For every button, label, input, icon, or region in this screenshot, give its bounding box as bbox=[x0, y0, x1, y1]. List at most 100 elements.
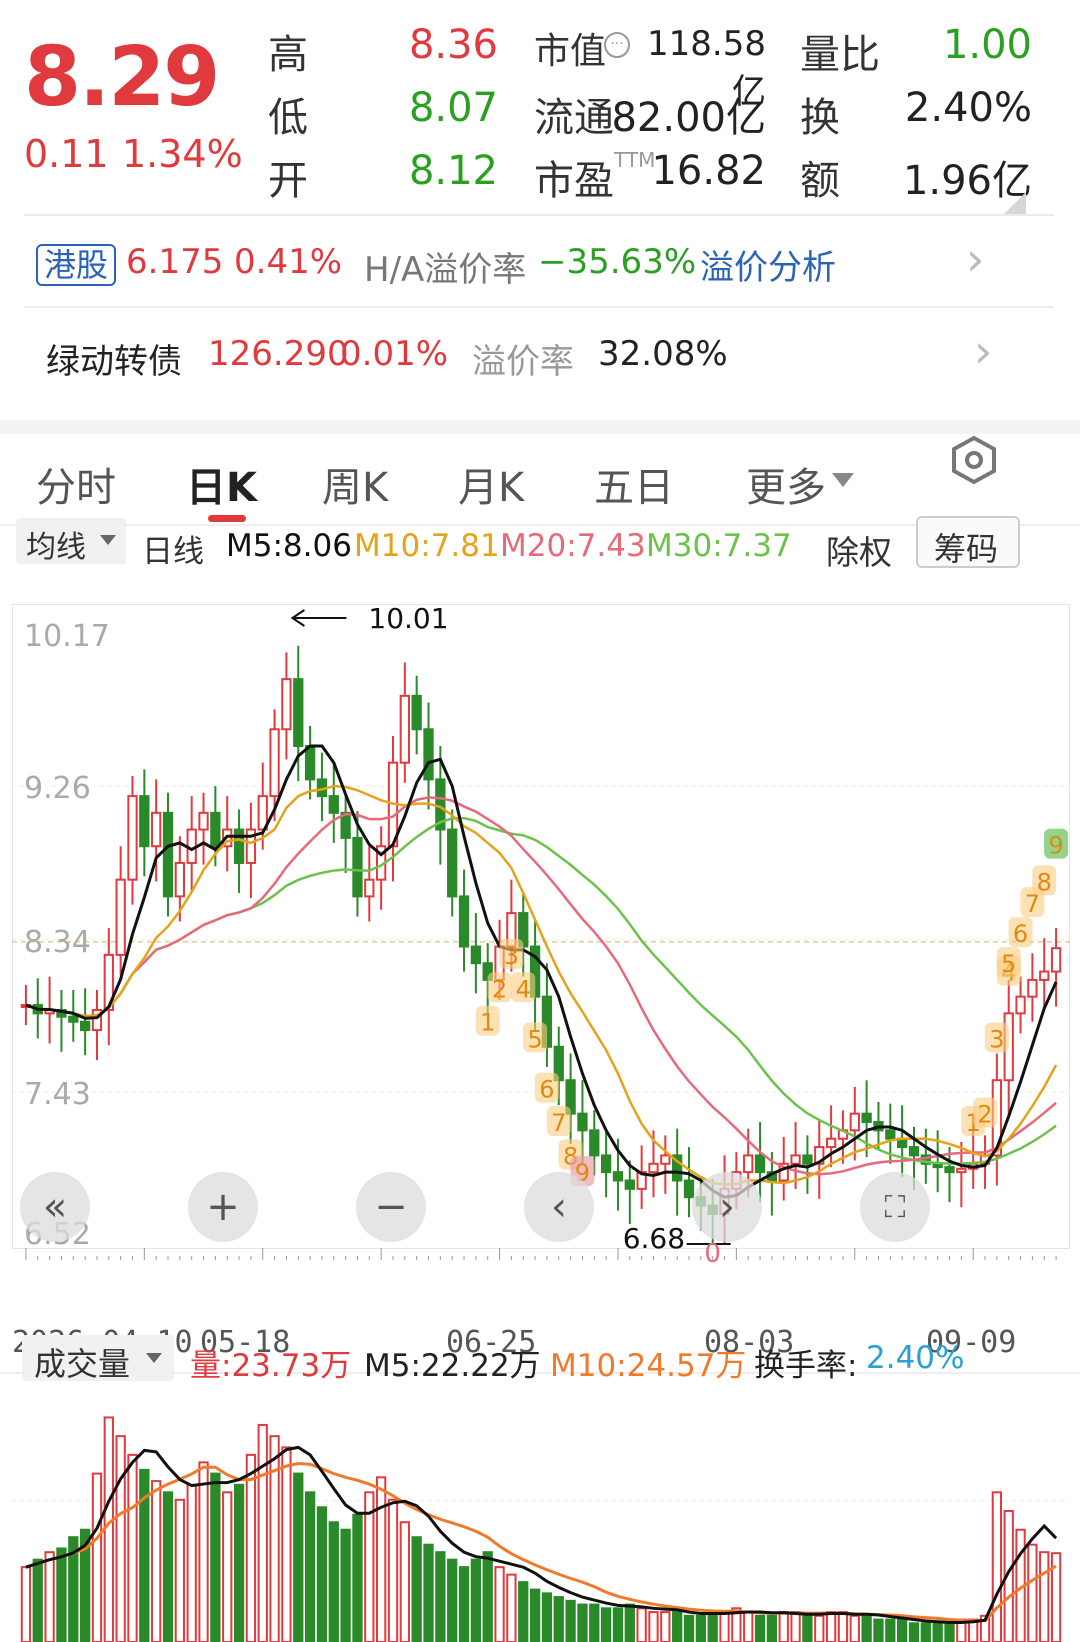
svg-text:4: 4 bbox=[516, 975, 531, 1003]
volume-bar bbox=[577, 1603, 588, 1642]
volume-bar bbox=[91, 1472, 103, 1642]
min-price-annotation: 6.68 bbox=[623, 1222, 685, 1255]
candle-body bbox=[304, 744, 316, 781]
ma5-value: M5:8.06 bbox=[226, 528, 352, 564]
volume-bar bbox=[837, 1611, 849, 1642]
volume-bar bbox=[1039, 1551, 1050, 1642]
tab-weekly-k[interactable]: 周K bbox=[322, 455, 388, 513]
open-value: 8.12 bbox=[408, 148, 498, 194]
volume-bar bbox=[778, 1611, 789, 1642]
y-tick-label: 9.26 bbox=[24, 771, 91, 806]
candle-body bbox=[151, 811, 162, 848]
td-sequence-marker: 3 bbox=[499, 938, 524, 970]
float-value: 82.00亿 bbox=[611, 95, 766, 141]
volume-bar bbox=[387, 1498, 399, 1642]
tab-monthly-k[interactable]: 月K bbox=[458, 455, 524, 513]
ma-dropdown[interactable]: 均线 bbox=[16, 518, 126, 565]
low-point-marker: 0 bbox=[704, 1239, 721, 1269]
bond-premium-value: 32.08% bbox=[598, 334, 728, 374]
price-change-pct: 1.34% bbox=[122, 132, 243, 176]
volume-chart[interactable] bbox=[12, 1385, 1070, 1642]
volume-bar bbox=[672, 1611, 683, 1642]
tab-five-day[interactable]: 五日 bbox=[594, 455, 674, 513]
turnover-rate-label: 换手率: bbox=[754, 1348, 858, 1384]
candle-body bbox=[944, 1166, 955, 1174]
low-value: 8.07 bbox=[408, 85, 498, 131]
section-gap bbox=[0, 420, 1080, 434]
candle-body bbox=[683, 1179, 695, 1199]
volume-bar bbox=[707, 1611, 718, 1642]
volume-dropdown-label: 成交量 bbox=[34, 1345, 131, 1383]
zoom-out-button[interactable]: − bbox=[356, 1172, 426, 1242]
candle-body bbox=[399, 694, 410, 764]
ex-rights-toggle[interactable]: 除权 bbox=[826, 526, 892, 574]
expand-corner-icon[interactable] bbox=[1004, 192, 1026, 214]
svg-text:2: 2 bbox=[492, 975, 507, 1003]
zoom-in-button[interactable]: + bbox=[188, 1172, 258, 1242]
volume-bar bbox=[719, 1611, 730, 1642]
svg-text:1: 1 bbox=[480, 1009, 495, 1037]
volume-bar bbox=[32, 1558, 43, 1642]
convertible-bond-row[interactable]: 绿动转债 126.290 0.01% 溢价率 32.08% › bbox=[0, 310, 1080, 400]
volume-bar bbox=[494, 1566, 505, 1642]
candle-body bbox=[1039, 970, 1050, 981]
candle-body bbox=[79, 1020, 91, 1032]
volume-bar bbox=[293, 1472, 304, 1642]
hk-badge: 港股 bbox=[36, 244, 117, 286]
volume-bar bbox=[115, 1435, 126, 1642]
volume-bar bbox=[435, 1551, 446, 1642]
volume-bar bbox=[44, 1551, 55, 1642]
td-sequence-marker: 9 bbox=[1044, 828, 1069, 860]
volume-bar bbox=[991, 1491, 1003, 1642]
hk-price: 6.175 bbox=[126, 242, 224, 282]
volume-bar bbox=[600, 1607, 612, 1642]
pan-right-button[interactable]: › bbox=[692, 1172, 762, 1242]
ma30-value: M30:7.37 bbox=[646, 528, 792, 564]
td-sequence-marker: 1 bbox=[475, 1005, 500, 1037]
premium-analysis-link[interactable]: 溢价分析 bbox=[700, 240, 836, 289]
settings-hexagon-icon[interactable] bbox=[948, 434, 1000, 486]
td-sequence-marker: 7 bbox=[546, 1106, 571, 1137]
volume-bar bbox=[340, 1528, 351, 1642]
chevron-left-icon: ‹ bbox=[551, 1184, 567, 1230]
candle-body bbox=[174, 861, 185, 898]
volume-bar bbox=[660, 1611, 671, 1642]
candle-body bbox=[328, 795, 339, 814]
candle-body bbox=[269, 728, 280, 798]
volume-bar bbox=[470, 1558, 482, 1642]
td-sequence-marker: 6 bbox=[1008, 917, 1033, 948]
volume-indicator-dropdown[interactable]: 成交量 bbox=[22, 1335, 174, 1383]
candle-body bbox=[139, 795, 150, 848]
candle-body bbox=[281, 678, 292, 731]
candle-body bbox=[233, 828, 245, 864]
volume-bar bbox=[802, 1614, 813, 1642]
candle-body bbox=[802, 1154, 813, 1165]
volume-bar bbox=[458, 1566, 470, 1642]
chip-distribution-button[interactable]: 筹码 bbox=[916, 516, 1020, 568]
volume-bar bbox=[411, 1536, 422, 1642]
volume-bar bbox=[328, 1521, 339, 1642]
volume-bar bbox=[648, 1611, 659, 1642]
td-sequence-marker: 2 bbox=[487, 972, 512, 1003]
td-sequence-marker: 4 bbox=[511, 972, 536, 1003]
volume-bar bbox=[304, 1491, 316, 1642]
candle-body bbox=[589, 1129, 600, 1157]
fullscreen-button[interactable]: ⛶ bbox=[860, 1172, 930, 1242]
svg-text:2: 2 bbox=[977, 1101, 992, 1129]
tab-daily-k[interactable]: 日K bbox=[186, 455, 257, 513]
divider bbox=[24, 306, 1054, 308]
tab-intraday[interactable]: 分时 bbox=[36, 455, 116, 513]
volume-bar bbox=[245, 1453, 257, 1642]
volume-bar bbox=[814, 1614, 825, 1642]
volume-bar bbox=[376, 1476, 387, 1642]
volume-bar bbox=[861, 1614, 872, 1642]
turnover-value: 2.40% bbox=[904, 85, 1032, 131]
volume-bar bbox=[316, 1506, 328, 1642]
volume-bar bbox=[127, 1453, 138, 1642]
rewind-button[interactable]: « bbox=[20, 1172, 90, 1242]
hk-row[interactable]: 港股 6.175 0.41% H/A溢价率 −35.63% 溢价分析 › bbox=[0, 222, 1080, 304]
candle-body bbox=[115, 878, 126, 956]
volume-bar bbox=[612, 1607, 624, 1642]
svg-text:5: 5 bbox=[527, 1025, 542, 1053]
pan-left-button[interactable]: ‹ bbox=[524, 1172, 594, 1242]
